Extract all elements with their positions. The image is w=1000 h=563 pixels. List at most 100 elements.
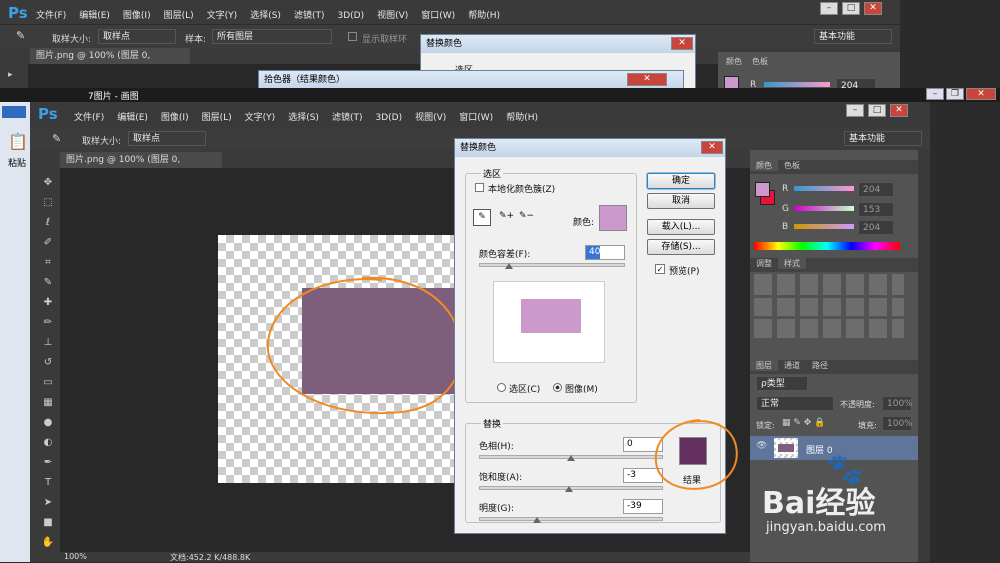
blur-tool-icon[interactable]: ● <box>40 416 56 430</box>
back-eyedropper-icon[interactable]: ✎ <box>16 29 25 42</box>
lock-icons[interactable]: ▦ ✎ ✥ 🔒 <box>782 418 825 428</box>
back-menu-layer[interactable]: 图层(L) <box>164 8 194 21</box>
opacity-value[interactable]: 100% <box>882 396 913 411</box>
front-sample-size-select[interactable]: 取样点 <box>128 131 206 146</box>
hue-slider-thumb[interactable] <box>567 455 575 461</box>
back-menu-filter[interactable]: 滤镜(T) <box>294 8 325 21</box>
front-menu-edit[interactable]: 编辑(E) <box>117 110 148 123</box>
back-workspace-select[interactable]: 基本功能 <box>814 29 892 44</box>
eyedropper-minus-icon[interactable]: ✎− <box>519 211 534 221</box>
lightness-input[interactable]: -39 <box>623 499 663 514</box>
paint-close-button[interactable]: ✕ <box>966 88 996 100</box>
hand-tool-icon[interactable]: ✋ <box>40 536 56 550</box>
front-menu-window[interactable]: 窗口(W) <box>459 110 493 123</box>
eraser-tool-icon[interactable]: ▭ <box>40 376 56 390</box>
layer-visibility-eye-icon[interactable]: 👁 <box>756 441 767 451</box>
blend-mode-select[interactable]: 正常 <box>756 396 834 411</box>
back-picker-dialog-close[interactable]: ✕ <box>627 73 667 86</box>
stamp-tool-icon[interactable]: ⊥ <box>40 336 56 350</box>
ok-button[interactable]: 确定 <box>647 173 715 189</box>
front-doc-tab[interactable]: 图片.png @ 100% (图层 0, RGB/8)✕ <box>60 152 222 181</box>
channel-r-value[interactable]: 204 <box>858 182 894 197</box>
back-menu-select[interactable]: 选择(S) <box>250 8 281 21</box>
saturation-slider-thumb[interactable] <box>565 486 573 492</box>
panel-tab-swatches[interactable]: 色板 <box>778 160 806 171</box>
back-close-button[interactable]: ✕ <box>864 2 882 15</box>
save-button[interactable]: 存储(S)... <box>647 239 715 255</box>
channel-b-value[interactable]: 204 <box>858 220 894 235</box>
preview-checkbox[interactable]: ✓ <box>655 264 665 274</box>
back-menu-window[interactable]: 窗口(W) <box>421 8 455 21</box>
quick-select-tool-icon[interactable]: ✐ <box>40 236 56 250</box>
panel-tab-channels[interactable]: 通道 <box>778 360 806 371</box>
back-doc-tab[interactable]: 图片.png @ 100% (图层 0, RGB/8)✕ <box>30 48 190 77</box>
fuzziness-slider-thumb[interactable] <box>505 263 513 269</box>
paint-restore-button[interactable]: ❐ <box>946 88 964 100</box>
panel-tab-color[interactable]: 颜色 <box>750 160 778 171</box>
panel-tab-paths[interactable]: 路径 <box>806 360 834 371</box>
fuzziness-input[interactable]: 40 <box>585 245 625 260</box>
front-menu-file[interactable]: 文件(F) <box>74 110 104 123</box>
selection-color-swatch[interactable] <box>599 205 627 231</box>
panel-tab-layers[interactable]: 图层 <box>750 360 778 371</box>
radio-image[interactable] <box>553 383 562 392</box>
eyedropper-tool-icon[interactable]: ✎ <box>40 276 56 290</box>
type-tool-icon[interactable]: T <box>40 476 56 490</box>
fuzziness-slider[interactable] <box>479 263 625 267</box>
back-menu-edit[interactable]: 编辑(E) <box>79 8 110 21</box>
back-sample-select[interactable]: 所有图层 <box>212 29 332 44</box>
healing-tool-icon[interactable]: ✚ <box>40 296 56 310</box>
paint-minimize-button[interactable]: – <box>926 88 944 100</box>
back-move-tool-icon[interactable]: ▸ <box>8 70 13 80</box>
color-spectrum-bar[interactable] <box>754 242 900 250</box>
brush-tool-icon[interactable]: ✏ <box>40 316 56 330</box>
history-brush-tool-icon[interactable]: ↺ <box>40 356 56 370</box>
back-menu-3d[interactable]: 3D(D) <box>337 11 364 21</box>
move-tool-icon[interactable]: ✥ <box>40 176 56 190</box>
front-maximize-button[interactable]: □ <box>868 104 886 117</box>
back-menu-type[interactable]: 文字(Y) <box>207 8 238 21</box>
gradient-tool-icon[interactable]: ▦ <box>40 396 56 410</box>
layer-kind-filter[interactable]: ρ类型 <box>756 376 808 391</box>
front-eyedropper-icon[interactable]: ✎ <box>52 132 61 145</box>
pen-tool-icon[interactable]: ✒ <box>40 456 56 470</box>
eyedropper-icon[interactable]: ✎ <box>473 209 491 226</box>
front-menu-view[interactable]: 视图(V) <box>415 110 446 123</box>
dodge-tool-icon[interactable]: ◐ <box>40 436 56 450</box>
dialog-close-button[interactable]: ✕ <box>701 141 723 154</box>
front-menu-3d[interactable]: 3D(D) <box>375 113 402 123</box>
back-panel-tab-swatches[interactable]: 色板 <box>746 56 774 67</box>
eyedropper-plus-icon[interactable]: ✎+ <box>499 211 514 221</box>
channel-g-gradient[interactable] <box>794 206 854 211</box>
front-menu-image[interactable]: 图像(I) <box>161 110 189 123</box>
front-menu-filter[interactable]: 滤镜(T) <box>332 110 363 123</box>
back-panel-tab-color[interactable]: 颜色 <box>720 56 748 67</box>
foreground-color-swatch[interactable] <box>755 182 770 197</box>
front-menu-select[interactable]: 选择(S) <box>288 110 319 123</box>
front-menu-help[interactable]: 帮助(H) <box>506 110 538 123</box>
back-menu-image[interactable]: 图像(I) <box>123 8 151 21</box>
channel-r-gradient[interactable] <box>794 186 854 191</box>
front-workspace-select[interactable]: 基本功能 <box>844 131 922 146</box>
panel-tab-styles[interactable]: 样式 <box>778 258 806 269</box>
back-r-gradient[interactable] <box>764 82 830 87</box>
back-menu-help[interactable]: 帮助(H) <box>468 8 500 21</box>
back-show-ring-checkbox[interactable] <box>348 32 357 41</box>
load-button[interactable]: 载入(L)... <box>647 219 715 235</box>
panel-tab-adjustments[interactable]: 调整 <box>750 258 778 269</box>
path-select-tool-icon[interactable]: ➤ <box>40 496 56 510</box>
front-close-button[interactable]: ✕ <box>890 104 908 117</box>
back-menu-view[interactable]: 视图(V) <box>377 8 408 21</box>
lightness-slider-thumb[interactable] <box>533 517 541 523</box>
channel-g-value[interactable]: 153 <box>858 202 894 217</box>
radio-selection[interactable] <box>497 383 506 392</box>
front-menu-type[interactable]: 文字(Y) <box>245 110 276 123</box>
back-menu-file[interactable]: 文件(F) <box>36 8 66 21</box>
front-minimize-button[interactable]: – <box>846 104 864 117</box>
channel-b-gradient[interactable] <box>794 224 854 229</box>
paste-label[interactable]: 粘贴 <box>8 156 26 169</box>
fill-value[interactable]: 100% <box>882 416 913 431</box>
back-minimize-button[interactable]: – <box>820 2 838 15</box>
lasso-tool-icon[interactable]: ℓ <box>40 216 56 230</box>
back-sample-size-select[interactable]: 取样点 <box>98 29 176 44</box>
